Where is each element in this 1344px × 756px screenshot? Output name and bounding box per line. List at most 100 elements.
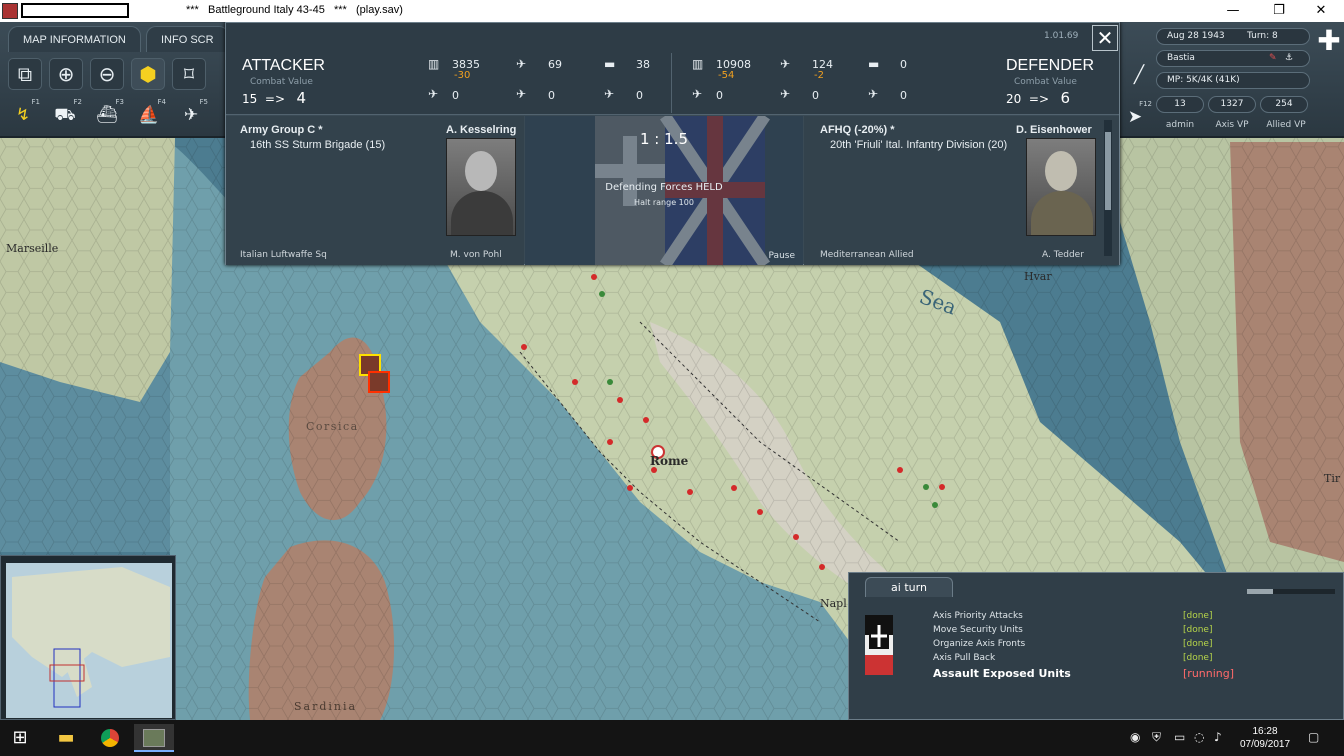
label-sardinia: Sardinia xyxy=(294,700,357,713)
next-turn-icon[interactable]: ➤ F12 xyxy=(1116,100,1154,134)
defender-panel: AFHQ (-20%) * D. Eisenhower 20th 'Friuli… xyxy=(804,116,1119,265)
defender-unit: 20th 'Friuli' Ital. Infantry Division (2… xyxy=(830,139,1008,151)
kesselring-portrait xyxy=(446,138,516,236)
defender-unit-counter xyxy=(368,371,390,393)
minimize-button[interactable]: — xyxy=(1210,1,1256,21)
attacker-hq: Army Group C * xyxy=(240,124,323,136)
bomber-icon: ✈ xyxy=(516,87,527,101)
start-button[interactable]: ⊞ xyxy=(0,724,40,752)
hex-grid-icon[interactable]: ⬢ xyxy=(131,58,165,90)
notifications-icon[interactable]: ▢ xyxy=(1308,730,1319,744)
zoom-out-icon[interactable]: ⊖ xyxy=(90,58,124,90)
odds-ratio: 1 : 1.5 xyxy=(640,130,688,148)
defender-title: DEFENDER xyxy=(1006,57,1095,74)
infantry-icon: ▥ xyxy=(428,57,440,71)
rail-icon[interactable]: ⛟ F2 xyxy=(46,98,84,132)
ai-task-status: [running] xyxy=(1183,667,1235,680)
volume-icon[interactable]: ♪ xyxy=(1214,730,1222,744)
attacker-title: ATTACKER xyxy=(242,57,325,74)
game-taskbar-icon[interactable] xyxy=(134,724,174,752)
wifi-icon[interactable]: ◌ xyxy=(1194,730,1204,744)
tab-map-information[interactable]: MAP INFORMATION xyxy=(8,26,141,52)
game-area: Marseille Corsica Rome Sardinia Hvar Sea… xyxy=(0,22,1344,720)
ai-task-name: Organize Axis Fronts xyxy=(933,639,1026,649)
clock-date: 07/09/2017 xyxy=(1239,739,1291,750)
axis-vp-label: Axis VP xyxy=(1215,120,1249,130)
unit-move-icon[interactable]: ↯ F1 xyxy=(4,98,42,132)
mp-box: MP: 5K/4K (41K) xyxy=(1156,72,1310,89)
taskbar-clock[interactable]: 16:28 07/09/2017 xyxy=(1234,725,1296,751)
fleet-icon[interactable]: ⛵ F4 xyxy=(130,98,168,132)
def-fighter-icon: ✈ xyxy=(692,87,703,101)
mp-text: MP: 5K/4K (41K) xyxy=(1167,75,1240,85)
defender-tanks: 0 xyxy=(900,58,907,71)
close-window-button[interactable]: ✕ xyxy=(1298,1,1344,21)
defender-combat-value: 20 => 6 xyxy=(1006,89,1071,107)
ai-task-status: [done] xyxy=(1183,639,1213,649)
ai-turn-panel: ai turn Axis Priority Attacks [done] Move … xyxy=(848,572,1344,720)
port-icon: ⚓ xyxy=(1285,53,1294,63)
defender-r2b: 0 xyxy=(812,89,819,102)
axis-flag-icon xyxy=(865,615,893,675)
chrome-icon[interactable] xyxy=(90,724,130,752)
supply-icon: ✎ xyxy=(1269,53,1277,63)
ai-task-status: [done] xyxy=(1183,611,1213,621)
file-explorer-icon[interactable]: ▬ xyxy=(46,724,86,752)
attacker-r2a: 0 xyxy=(452,89,459,102)
def-tank-icon: ▬ xyxy=(868,57,880,71)
location-text: Bastia xyxy=(1167,53,1195,63)
attacker-next-hq: Italian Luftwaffe Sq xyxy=(240,250,327,260)
defender-scrollbar[interactable] xyxy=(1104,120,1112,256)
defender-next-hq: Mediterranean Allied xyxy=(820,250,914,260)
security-icon[interactable]: ⛨ xyxy=(1152,730,1161,745)
attacker-unit: 16th SS Sturm Brigade (15) xyxy=(250,139,386,151)
network-icon[interactable]: ▭ xyxy=(1174,730,1185,744)
ai-turn-tab[interactable]: ai turn xyxy=(865,577,953,597)
frame-icon[interactable]: ⌑ xyxy=(172,58,206,90)
pause-button[interactable]: Pause xyxy=(769,251,795,261)
app-icon[interactable] xyxy=(2,3,18,19)
ai-task-name: Move Security Units xyxy=(933,625,1023,635)
maximize-button[interactable]: ❐ xyxy=(1256,1,1302,21)
minimap[interactable] xyxy=(0,555,176,720)
defender-next-commander: A. Tedder xyxy=(1042,250,1084,260)
ai-progress-bar xyxy=(1247,589,1335,594)
label-hvar: Hvar xyxy=(1024,270,1052,283)
tab-info-screen[interactable]: INFO SCR xyxy=(146,26,229,52)
date-text: Aug 28 1943 xyxy=(1167,31,1225,41)
windows-taskbar: ⊞ ▬ ◉ ⛨ ▭ ◌ ♪ 16:28 07/09/2017 ▢ xyxy=(0,720,1344,756)
steam-icon[interactable]: ◉ xyxy=(1130,730,1140,744)
label-rome: Rome xyxy=(650,454,689,468)
date-turn-box: Aug 28 1943 Turn: 8 xyxy=(1156,28,1310,45)
defender-hq: AFHQ (-20%) * xyxy=(820,124,895,136)
def-transport-icon: ✈ xyxy=(868,87,879,101)
admin-label: admin xyxy=(1165,120,1195,130)
admin-value: 13 xyxy=(1156,96,1204,113)
def-aircraft-icon: ✈ xyxy=(780,57,791,71)
air-strike-icon[interactable]: ✈ F5 xyxy=(172,98,210,132)
label-marseille: Marseille xyxy=(6,242,58,255)
naval-transport-icon[interactable]: ⛴ F3 xyxy=(88,98,126,132)
attacker-r2b: 0 xyxy=(548,89,555,102)
attacker-men-loss: -30 xyxy=(454,70,471,81)
ai-task-name: Axis Priority Attacks xyxy=(933,611,1023,621)
tank-icon: ▬ xyxy=(604,57,616,71)
attacker-tanks: 38 xyxy=(636,58,650,71)
defender-r2c: 0 xyxy=(900,89,907,102)
zoom-in-icon[interactable]: ⊕ xyxy=(49,58,83,90)
pencil-icon[interactable]: ╱ xyxy=(1120,58,1158,92)
ai-task-status: [done] xyxy=(1183,653,1213,663)
defender-r2a: 0 xyxy=(716,89,723,102)
axis-cross-icon[interactable]: ✚ xyxy=(1316,26,1342,56)
halt-range-text: Halt range 100 xyxy=(634,198,694,207)
ai-task-name: Axis Pull Back xyxy=(933,653,996,663)
window-icon[interactable]: ⧉ xyxy=(8,58,42,90)
location-box: Bastia ✎ ⚓ xyxy=(1156,50,1310,67)
fighter-icon: ✈ xyxy=(428,87,439,101)
combat-dialog: 1.01.69 ✕ ATTACKER Combat Value 15 => 4 … xyxy=(225,22,1120,265)
label-napl: Napl xyxy=(820,597,847,610)
close-dialog-button[interactable]: ✕ xyxy=(1092,25,1118,51)
window-title: *** Battleground Italy 43-45 *** (play.s… xyxy=(186,4,403,16)
aircraft-icon: ✈ xyxy=(516,57,527,71)
label-tir: Tir xyxy=(1324,472,1341,485)
